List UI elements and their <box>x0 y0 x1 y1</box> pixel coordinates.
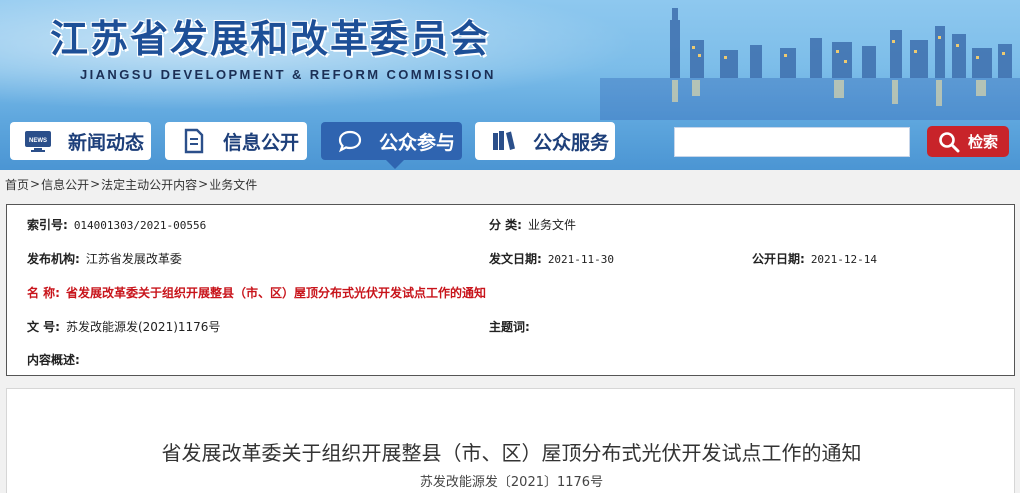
meta-label: 内容概述: <box>27 353 80 367</box>
article-doc-number: 苏发改能源发〔2021〕1176号 <box>419 475 604 490</box>
nav-item-info-disclosure[interactable]: 信息公开 <box>165 122 307 160</box>
nav-item-public-service[interactable]: 公众服务 <box>475 122 615 160</box>
meta-value: 江苏省发展改革委 <box>85 252 182 266</box>
meta-doc-no: 文 号: 苏发改能源发(2021)1176号 <box>27 318 220 335</box>
meta-keywords: 主题词: <box>489 318 536 335</box>
breadcrumb-business-docs[interactable]: 业务文件 <box>209 176 257 193</box>
meta-summary: 内容概述: <box>27 351 86 368</box>
search-button-label: 检索 <box>967 133 998 151</box>
news-icon: NEWS <box>24 127 54 155</box>
nav-item-label: 信息公开 <box>223 131 300 154</box>
meta-label: 名 称: <box>27 286 60 300</box>
article-body: 省发展改革委关于组织开展整县（市、区）屋顶分布式光伏开发试点工作的通知 苏发改能… <box>6 388 1015 493</box>
meta-value: 2021-11-30 <box>547 253 615 266</box>
meta-label: 发布机构: <box>27 252 80 266</box>
chat-bubble-icon <box>335 127 365 155</box>
meta-index-no: 索引号: 014001303/2021-00556 <box>27 216 206 233</box>
meta-value: 2021-12-14 <box>810 253 878 266</box>
meta-value: 省发展改革委关于组织开展整县（市、区）屋顶分布式光伏开发试点工作的通知 <box>65 286 486 300</box>
meta-label: 索引号: <box>27 218 68 232</box>
breadcrumb-home[interactable]: 首页 <box>5 176 29 193</box>
nav-item-label: 公众服务 <box>533 131 610 154</box>
meta-publish-date: 公开日期: 2021-12-14 <box>752 250 877 267</box>
book-icon <box>489 127 519 155</box>
meta-label: 发文日期: <box>489 252 542 266</box>
site-title: 江苏省发展和改革委员会 <box>50 16 491 61</box>
meta-value: 苏发改能源发(2021)1176号 <box>65 320 221 334</box>
search-input[interactable] <box>674 127 910 157</box>
site-subtitle: JIANGSU DEVELOPMENT & REFORM COMMISSION <box>80 67 496 82</box>
breadcrumb: 首页 > 信息公开 > 法定主动公开内容 > 业务文件 <box>0 170 1020 198</box>
breadcrumb-separator: > <box>198 177 209 191</box>
search-icon <box>939 131 960 152</box>
article-title: 省发展改革委关于组织开展整县（市、区）屋顶分布式光伏开发试点工作的通知 <box>161 441 862 465</box>
nav-item-public-participation[interactable]: 公众参与 <box>321 122 462 160</box>
meta-value: 业务文件 <box>527 218 576 232</box>
document-icon <box>179 127 209 155</box>
nav-item-label: 公众参与 <box>379 131 456 154</box>
meta-label: 公开日期: <box>752 252 805 266</box>
breadcrumb-separator: > <box>30 177 41 191</box>
document-metadata-box: 索引号: 014001303/2021-00556 分 类: 业务文件 发布机构: 江… <box>6 204 1015 376</box>
meta-publisher: 发布机构: 江苏省发展改革委 <box>27 250 182 267</box>
svg-text:NEWS: NEWS <box>29 138 47 144</box>
breadcrumb-separator: > <box>90 177 101 191</box>
city-skyline-image <box>600 8 1020 120</box>
meta-category: 分 类: 业务文件 <box>489 216 576 233</box>
search-button[interactable]: 检索 <box>927 126 1009 157</box>
breadcrumb-info-disclosure[interactable]: 信息公开 <box>41 176 89 193</box>
meta-label: 主题词: <box>489 320 530 334</box>
meta-name: 名 称: 省发展改革委关于组织开展整县（市、区）屋顶分布式光伏开发试点工作的通知 <box>27 284 486 301</box>
breadcrumb-statutory-content[interactable]: 法定主动公开内容 <box>101 176 197 193</box>
meta-label: 文 号: <box>27 320 60 334</box>
nav-item-label: 新闻动态 <box>68 131 145 154</box>
nav-item-news[interactable]: NEWS 新闻动态 <box>10 122 151 160</box>
meta-value: 014001303/2021-00556 <box>73 219 207 232</box>
meta-label: 分 类: <box>489 218 522 232</box>
meta-issue-date: 发文日期: 2021-11-30 <box>489 250 614 267</box>
active-nav-indicator <box>386 160 404 169</box>
